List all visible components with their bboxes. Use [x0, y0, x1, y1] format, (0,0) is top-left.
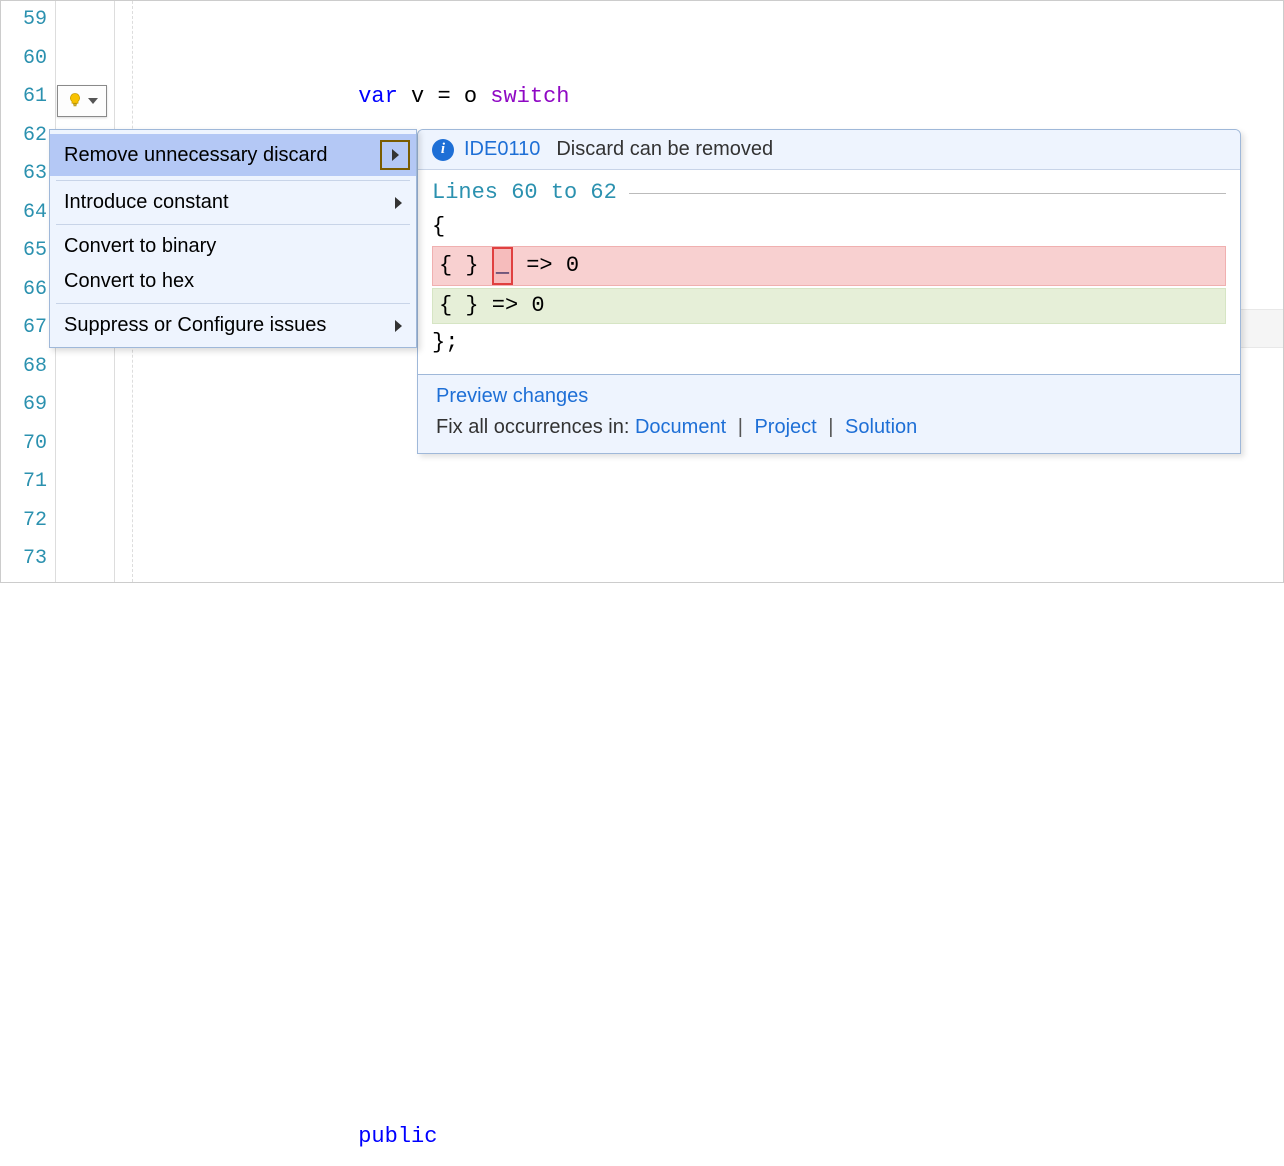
fix-all-document-link[interactable]: Document	[635, 416, 726, 438]
code-line[interactable]	[139, 540, 1283, 579]
chevron-right-icon	[392, 149, 399, 161]
preview-header: i IDE0110 Discard can be removed	[418, 130, 1240, 170]
quick-action-label: Suppress or Configure issues	[64, 314, 326, 337]
preview-changes-panel: i IDE0110 Discard can be removed Lines 6…	[417, 129, 1241, 454]
fix-all-solution-link[interactable]: Solution	[845, 416, 917, 438]
line-number-gutter: 596061626364656667686970717273	[1, 1, 55, 582]
menu-separator	[56, 224, 410, 225]
code-line[interactable]	[139, 771, 1283, 810]
quick-actions-menu: Remove unnecessary discard Introduce cons…	[49, 129, 417, 348]
line-number: 60	[1, 40, 47, 79]
lightbulb-button[interactable]	[57, 85, 107, 117]
chevron-right-icon	[395, 320, 402, 332]
quick-action-item[interactable]: Convert to binary	[50, 229, 416, 264]
submenu-indicator-box	[380, 140, 410, 170]
line-number: 59	[1, 1, 47, 40]
fix-all-project-link[interactable]: Project	[754, 416, 816, 438]
fix-all-label: Fix all occurrences in:	[436, 416, 629, 438]
line-number: 67	[1, 309, 47, 348]
line-number: 73	[1, 540, 47, 579]
line-number: 68	[1, 348, 47, 387]
code-line[interactable]	[139, 1002, 1283, 1041]
code-line[interactable]	[139, 887, 1283, 926]
line-number: 70	[1, 425, 47, 464]
quick-action-label: Introduce constant	[64, 191, 229, 214]
line-number: 63	[1, 155, 47, 194]
line-number: 69	[1, 386, 47, 425]
quick-action-label: Remove unnecessary discard	[64, 144, 327, 167]
menu-separator	[56, 303, 410, 304]
code-line[interactable]: public	[139, 1118, 1283, 1157]
quick-action-item[interactable]: Remove unnecessary discard	[50, 134, 416, 176]
diagnostic-id[interactable]: IDE0110	[464, 138, 540, 161]
line-number: 61	[1, 78, 47, 117]
line-number: 64	[1, 194, 47, 233]
diagnostic-message: Discard can be removed	[556, 138, 773, 161]
quick-action-item[interactable]: Introduce constant	[50, 185, 416, 220]
line-number: 72	[1, 502, 47, 541]
preview-changes-link[interactable]: Preview changes	[436, 385, 588, 407]
chevron-right-icon	[395, 197, 402, 209]
diff-deleted-line: { } _ => 0	[432, 246, 1226, 286]
diff-context-line: };	[432, 326, 1226, 360]
lightbulb-icon	[66, 92, 84, 110]
quick-action-item[interactable]: Convert to hex	[50, 264, 416, 299]
chevron-down-icon	[88, 98, 98, 104]
line-number: 62	[1, 117, 47, 156]
info-icon: i	[432, 139, 454, 161]
preview-footer: Preview changes Fix all occurrences in: …	[418, 374, 1240, 453]
diff-context-line: {	[432, 210, 1226, 244]
code-line[interactable]	[139, 656, 1283, 695]
code-line[interactable]: var v = o switch	[139, 78, 1283, 117]
quick-action-label: Convert to binary	[64, 235, 216, 258]
removed-discard-token: _	[492, 247, 513, 285]
diff-added-line: { } => 0	[432, 288, 1226, 324]
quick-action-label: Convert to hex	[64, 270, 194, 293]
menu-separator	[56, 180, 410, 181]
line-number: 71	[1, 463, 47, 502]
preview-diff: Lines 60 to 62 { { } _ => 0 { } => 0 };	[418, 170, 1240, 374]
line-number: 65	[1, 232, 47, 271]
diff-range-title: Lines 60 to 62	[432, 176, 1226, 210]
line-number: 66	[1, 271, 47, 310]
quick-action-item[interactable]: Suppress or Configure issues	[50, 308, 416, 343]
